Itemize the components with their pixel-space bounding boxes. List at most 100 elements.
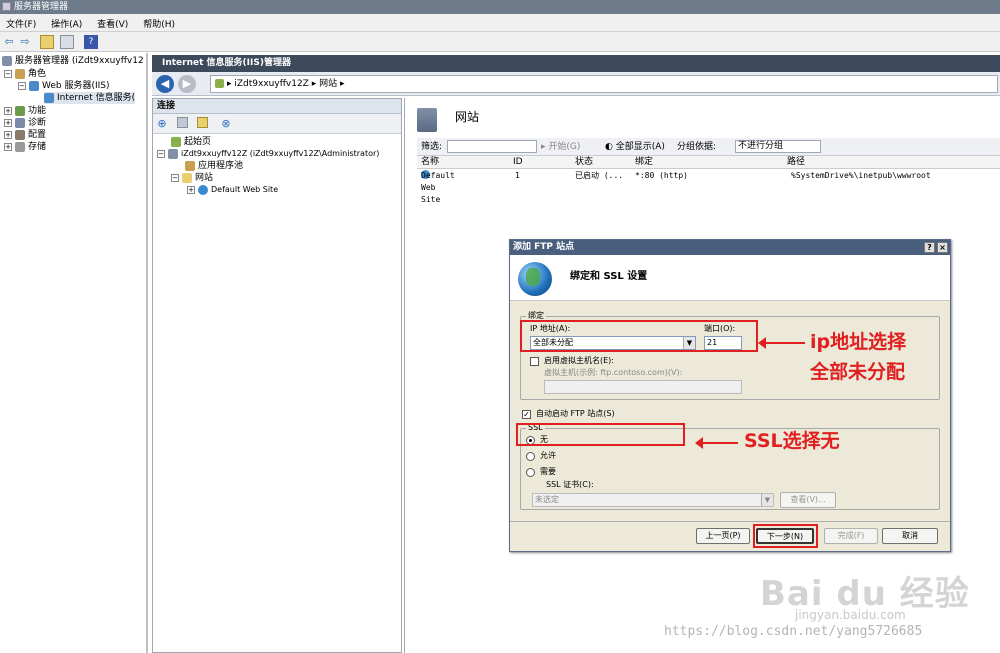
tree-diagnostics[interactable]: + 诊断 — [4, 117, 46, 129]
tree-configuration[interactable]: + 配置 — [4, 129, 46, 141]
menu-action[interactable]: 操作(A) — [45, 14, 88, 33]
sites-title: 网站 — [455, 110, 480, 124]
menu-file[interactable]: 文件(F) — [0, 14, 42, 33]
nav-back-icon[interactable]: ◀ — [156, 75, 174, 93]
dialog-close-icon[interactable]: × — [937, 242, 948, 253]
connections-pane: 连接 ⊕ ⊗ 起始页 − iZdt9xxuyffv12Z (iZdt9xxuyff… — [152, 98, 402, 653]
group-by-select[interactable]: 不进行分组 — [735, 140, 821, 153]
col-id[interactable]: ID — [513, 156, 523, 169]
ssl-require-radio[interactable] — [526, 468, 535, 477]
virtual-host-checkbox[interactable] — [530, 357, 539, 366]
server-icon — [2, 55, 12, 66]
dialog-title: 添加 FTP 站点 — [513, 242, 575, 252]
ip-note-line2: 全部未分配 — [810, 361, 906, 383]
col-status[interactable]: 状态 — [575, 156, 593, 169]
ssl-require-label: 需要 — [540, 467, 556, 476]
diagnostics-icon — [15, 117, 25, 128]
conn-start-page[interactable]: 起始页 — [171, 136, 211, 148]
chevron-down-icon[interactable]: ▼ — [761, 494, 773, 506]
ssl-allow-label: 允许 — [540, 451, 556, 460]
prev-button[interactable]: 上一页(P) — [696, 528, 750, 544]
address-path[interactable]: ▸ iZdt9xxuyffv12Z ▸ 网站 ▸ — [210, 75, 998, 93]
col-name[interactable]: 名称 — [421, 156, 439, 169]
col-binding[interactable]: 绑定 — [635, 156, 653, 169]
row-id: 1 — [515, 171, 520, 180]
connections-title: 连接 — [153, 99, 401, 114]
show-hide-tree-icon[interactable] — [60, 35, 74, 49]
save-icon[interactable] — [177, 117, 188, 128]
nav-forward-icon[interactable]: ▶ — [178, 75, 196, 93]
sites-icon — [417, 108, 437, 132]
tree-storage[interactable]: + 存储 — [4, 141, 46, 153]
ssl-note: SSL选择无 — [744, 430, 840, 452]
globe-icon — [198, 184, 208, 195]
expand-icon[interactable]: + — [4, 142, 12, 151]
tree-web-server[interactable]: − Web 服务器(IIS) — [18, 80, 110, 92]
virtual-host-input[interactable] — [544, 380, 742, 394]
conn-app-pools[interactable]: 应用程序池 — [185, 160, 243, 172]
menu-help[interactable]: 帮助(H) — [137, 14, 181, 33]
csdn-watermark: https://blog.csdn.net/yang5726685 — [664, 624, 923, 639]
collapse-icon[interactable]: − — [4, 69, 12, 78]
next-highlight-box — [753, 524, 818, 548]
expand-icon[interactable]: + — [4, 118, 12, 127]
conn-sites[interactable]: − 网站 — [171, 172, 213, 184]
ssl-arrow — [695, 437, 738, 449]
start-page-icon — [171, 136, 181, 147]
group-by-label: 分组依据: — [677, 142, 717, 152]
server-icon — [168, 148, 178, 159]
address-bar: ◀ ▶ ▸ iZdt9xxuyffv12Z ▸ 网站 ▸ — [152, 72, 1000, 96]
start-filter-button[interactable]: ▸ 开始(G) — [541, 138, 580, 156]
expand-icon[interactable]: + — [4, 130, 12, 139]
globe-icon — [518, 262, 552, 296]
auto-start-label: 自动启动 FTP 站点(S) — [536, 409, 615, 418]
dialog-heading: 绑定和 SSL 设置 — [570, 271, 648, 282]
show-all-button[interactable]: ◐ 全部显示(A) — [605, 138, 665, 156]
baidu-url-watermark: jingyan.baidu.com — [795, 608, 906, 622]
ip-note-line1: ip地址选择 — [810, 331, 907, 353]
web-server-icon — [29, 80, 39, 91]
tree-root[interactable]: 服务器管理器 (iZdt9xxuyffv12 — [2, 55, 144, 67]
dialog-help-icon[interactable]: ? — [924, 242, 935, 253]
ssl-allow-radio[interactable] — [526, 452, 535, 461]
cancel-button[interactable]: 取消 — [882, 528, 938, 544]
col-path[interactable]: 路径 — [787, 156, 805, 169]
tree-iis-manager[interactable]: Internet 信息服务( — [44, 92, 136, 104]
view-cert-button[interactable]: 查看(V)... — [780, 492, 836, 508]
row-status: 已启动 (... — [575, 171, 624, 180]
page-icon — [215, 79, 224, 88]
expand-icon[interactable]: + — [187, 185, 195, 194]
collapse-icon[interactable]: − — [171, 173, 179, 182]
ssl-cert-select[interactable]: 未选定 ▼ — [532, 493, 774, 507]
disconnect-icon[interactable]: ⊗ — [219, 117, 233, 131]
ssl-highlight-box — [516, 423, 685, 446]
iis-icon — [44, 92, 54, 103]
table-row[interactable]: Default Web Site 1 已启动 (... *:80 (http) … — [417, 170, 1000, 204]
collapse-icon[interactable]: − — [157, 149, 165, 158]
forward-icon[interactable]: ⇨ — [18, 35, 32, 49]
row-binding: *:80 (http) — [635, 171, 688, 180]
dialog-divider — [510, 521, 950, 522]
window-title: 服务器管理器 — [14, 2, 69, 12]
up-folder-icon[interactable] — [40, 35, 54, 49]
expand-icon[interactable]: + — [4, 106, 12, 115]
filter-input[interactable] — [447, 140, 537, 153]
ip-highlight-box — [520, 320, 758, 352]
tree-roles[interactable]: − 角色 — [4, 68, 46, 80]
main-toolbar: ⇦ ⇨ ? — [0, 32, 1000, 52]
dialog-header: 绑定和 SSL 设置 — [510, 255, 950, 301]
conn-default-site[interactable]: + Default Web Site — [187, 184, 278, 196]
tree-features[interactable]: + 功能 — [4, 105, 46, 117]
collapse-icon[interactable]: − — [18, 81, 26, 90]
connect-icon[interactable]: ⊕ — [155, 117, 169, 131]
auto-start-checkbox[interactable]: ✓ — [522, 410, 531, 419]
features-icon — [15, 105, 25, 116]
menu-view[interactable]: 查看(V) — [91, 14, 134, 33]
iis-manager-header: Internet 信息服务(IIS)管理器 — [152, 55, 1000, 72]
conn-server[interactable]: − iZdt9xxuyffv12Z (iZdt9xxuyffv12Z\Admini… — [157, 148, 379, 160]
finish-button[interactable]: 完成(F) — [824, 528, 878, 544]
help-icon[interactable]: ? — [84, 35, 98, 49]
menu-bar: 文件(F) 操作(A) 查看(V) 帮助(H) — [0, 14, 1000, 32]
folder-icon[interactable] — [197, 117, 208, 128]
back-icon[interactable]: ⇦ — [2, 35, 16, 49]
